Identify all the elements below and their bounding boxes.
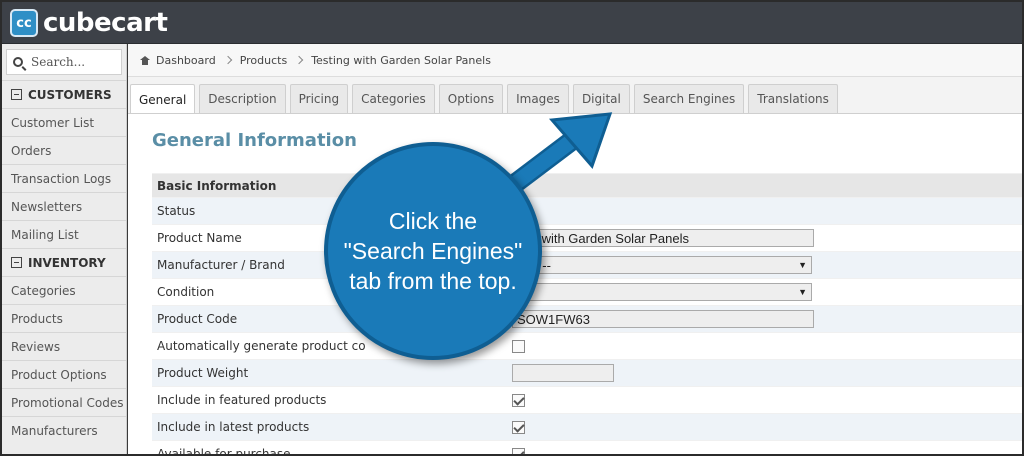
chevron-right-icon [294, 55, 304, 65]
callout-line: tab from the top. [349, 268, 517, 294]
manufacturer-select[interactable]: one -- [512, 256, 812, 274]
sidebar-item-reviews[interactable]: Reviews [2, 332, 126, 360]
callout-line: Click the [388, 208, 478, 234]
sidebar: Search... CUSTOMERS Customer List Orders… [2, 44, 127, 454]
home-icon [140, 55, 150, 65]
row-label: Product Weight [157, 366, 249, 380]
tab-description[interactable]: Description [199, 84, 286, 113]
sidebar-item-mailing-list[interactable]: Mailing List [2, 220, 126, 248]
section-label: INVENTORY [28, 255, 106, 270]
sidebar-item-manufacturers[interactable]: Manufacturers [2, 416, 126, 444]
sidebar-item-transaction-logs[interactable]: Transaction Logs [2, 164, 126, 192]
collapse-icon [11, 257, 22, 268]
cubecart-logo-icon: cc [10, 9, 38, 37]
callout-line: "Search Engines" [343, 238, 523, 264]
callout-text: Click the "Search Engines" tab from the … [328, 206, 538, 296]
row-label: Include in latest products [157, 420, 310, 434]
table-row-latest: Include in latest products [152, 413, 1022, 440]
latest-checkbox[interactable] [512, 420, 525, 434]
available-checkbox[interactable] [512, 447, 525, 454]
table-row-product-name: Product Name ting with Garden Solar Pane… [152, 224, 1022, 251]
search-input[interactable]: Search... [6, 49, 122, 75]
collapse-icon [11, 89, 22, 100]
sidebar-item-categories[interactable]: Categories [2, 276, 126, 304]
table-row-product-code: Product Code SOW1FW63 [152, 305, 1022, 332]
sidebar-item-customer-list[interactable]: Customer List [2, 108, 126, 136]
featured-checkbox[interactable] [512, 393, 525, 407]
search-icon [13, 57, 23, 67]
breadcrumb-current: Testing with Garden Solar Panels [311, 53, 491, 67]
product-code-input[interactable]: SOW1FW63 [512, 310, 814, 328]
chevron-right-icon [223, 55, 232, 65]
condition-select[interactable]: w [512, 283, 812, 301]
sidebar-section-customers[interactable]: CUSTOMERS [2, 80, 126, 108]
table-row-condition: Condition w [152, 278, 1022, 305]
tab-general[interactable]: General [130, 84, 196, 114]
table-row-weight: Product Weight [152, 359, 1022, 386]
sidebar-item-product-options[interactable]: Product Options [2, 360, 126, 388]
sidebar-section-inventory[interactable]: INVENTORY [2, 248, 126, 276]
logo[interactable]: cc cubecart [10, 8, 168, 38]
row-label: Include in featured products [157, 393, 327, 407]
product-weight-input[interactable] [512, 364, 614, 382]
breadcrumb: Dashboard Products Testing with Garden S… [128, 44, 1022, 77]
top-bar: cc cubecart [2, 2, 1022, 44]
breadcrumb-dashboard[interactable]: Dashboard [156, 54, 216, 67]
basic-info-table: Basic Information Status Product Name ti… [152, 173, 1022, 456]
screenshot-frame: cc cubecart Search... CUSTOMERS Customer… [0, 0, 1024, 456]
sidebar-item-products[interactable]: Products [2, 304, 126, 332]
table-row-featured: Include in featured products [152, 386, 1022, 413]
row-label: Available for purchase [157, 447, 291, 456]
tab-categories[interactable]: Categories [352, 84, 435, 113]
tab-search-engines[interactable]: Search Engines [633, 84, 745, 113]
sidebar-item-promotional-codes[interactable]: Promotional Codes [2, 388, 126, 416]
section-label: CUSTOMERS [28, 87, 112, 102]
sidebar-item-orders[interactable]: Orders [2, 136, 126, 164]
table-row-manufacturer: Manufacturer / Brand one -- [152, 251, 1022, 278]
logo-text: cubecart [43, 8, 168, 38]
search-placeholder: Search... [31, 55, 86, 69]
breadcrumb-products[interactable]: Products [240, 54, 288, 67]
tab-translations[interactable]: Translations [748, 84, 838, 113]
table-row-available: Available for purchase [152, 440, 1022, 456]
instruction-callout: Click the "Search Engines" tab from the … [324, 142, 542, 360]
page-title: General Information [152, 130, 357, 151]
tab-pricing[interactable]: Pricing [289, 84, 349, 113]
sidebar-item-newsletters[interactable]: Newsletters [2, 192, 126, 220]
product-name-input[interactable]: ting with Garden Solar Panels [512, 229, 814, 247]
auto-code-checkbox[interactable] [512, 339, 525, 353]
table-row-auto-code: Automatically generate product co [152, 332, 1022, 359]
